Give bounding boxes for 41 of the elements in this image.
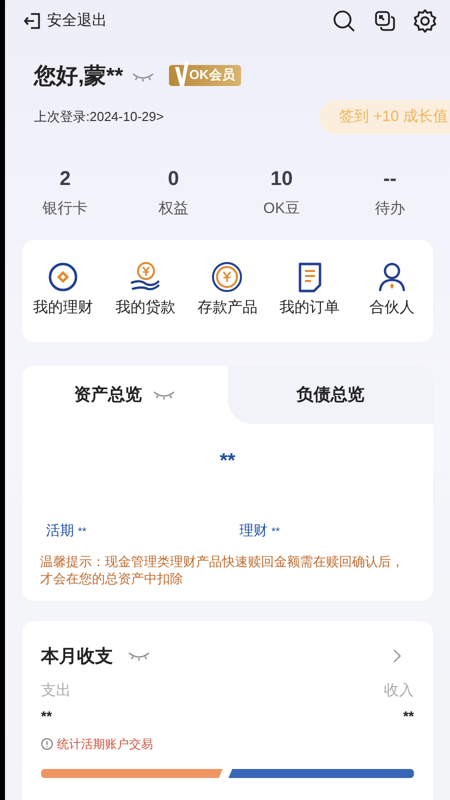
stat-value[interactable]: -- (383, 164, 397, 194)
shortcut-button[interactable]: 我的订单 (268, 261, 351, 320)
note-text: 统计活期账户交易 (57, 736, 153, 753)
window-icon[interactable] (374, 10, 396, 32)
stat-label[interactable]: 权益 (158, 198, 188, 220)
stat-label[interactable]: 银行卡 (42, 198, 88, 220)
info-icon (41, 738, 53, 750)
shortcut-button[interactable]: 存款产品 (186, 261, 269, 320)
settings-icon[interactable] (412, 8, 438, 34)
last-login-link[interactable]: 上次登录:2024-10-29> (34, 107, 164, 127)
income-value: ** (403, 707, 414, 726)
eye-closed-icon[interactable] (127, 650, 151, 662)
logout-icon (23, 12, 41, 30)
expense-label: 支出 (41, 680, 71, 700)
overview-tab[interactable]: 负债总览 (228, 366, 433, 424)
v-logo-icon (175, 60, 190, 86)
coin-icon (47, 261, 80, 294)
greeting-text: 您好,蒙** (34, 62, 124, 90)
eye-closed-icon[interactable] (152, 388, 176, 400)
hand-coin-icon (128, 261, 162, 294)
income-label: 收入 (384, 680, 414, 700)
shortcut-button[interactable]: 我的贷款 (104, 261, 186, 320)
eye-closed-icon[interactable] (131, 71, 156, 83)
chevron-right-icon[interactable] (392, 648, 402, 664)
monthly-title: 本月收支 (41, 644, 113, 668)
notice-text: 温馨提示：现金管理类理财产品快速赎回金额需在赎回确认后，才会在您的总资产中扣除 (39, 552, 405, 586)
asset-item-text[interactable]: 理财 ** (240, 520, 433, 540)
total-assets-value: ** (220, 448, 236, 474)
expense-value: ** (41, 707, 52, 726)
stat-value[interactable]: 0 (168, 164, 179, 194)
yuan-coin-icon (211, 261, 244, 294)
stat-value[interactable]: 10 (270, 164, 293, 194)
asset-item-text[interactable]: 活期 ** (46, 520, 240, 540)
stat-value[interactable]: 2 (60, 164, 71, 194)
search-icon[interactable] (332, 9, 356, 33)
shortcut-button[interactable]: 合伙人 (350, 261, 433, 320)
stat-label[interactable]: OK豆 (263, 198, 300, 220)
shortcut-button[interactable]: 我的理财 (22, 261, 104, 320)
person-icon (376, 261, 407, 294)
stat-label[interactable]: 待办 (374, 198, 405, 220)
logout-button[interactable]: 安全退出 (23, 10, 107, 32)
